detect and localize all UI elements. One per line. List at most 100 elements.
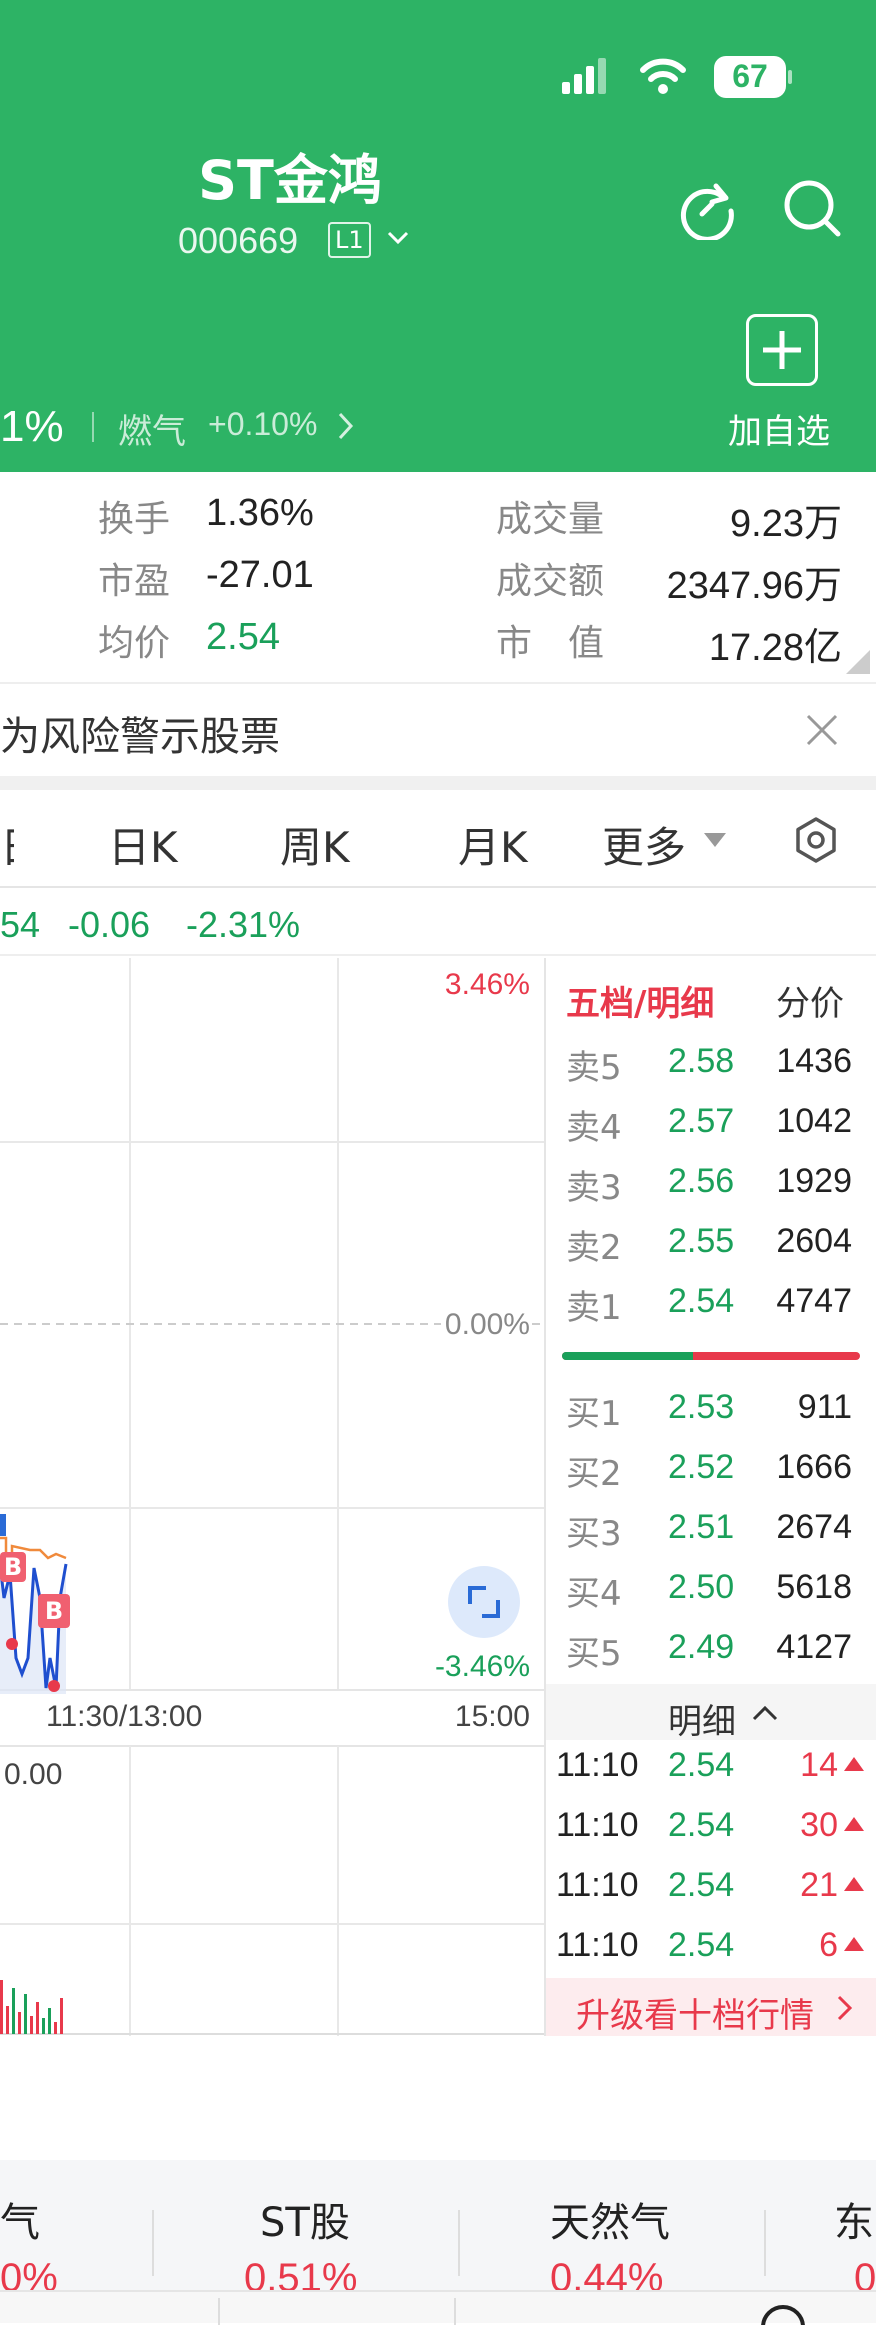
- buy-level-label: 买2: [566, 1454, 622, 1494]
- search-icon[interactable]: [780, 176, 844, 240]
- tab-week-k[interactable]: 周K: [280, 814, 350, 875]
- avg-price-label: 均价: [98, 623, 171, 664]
- buy-level-volume: 4127: [776, 1628, 852, 1666]
- time-close: 15:00: [454, 1700, 530, 1733]
- intraday-chart[interactable]: 3.46% 0.00% -3.46% 11:30/13:00 15:00 0.0…: [0, 958, 546, 2036]
- stock-code-row[interactable]: 000669 L1: [178, 218, 418, 264]
- sell-level-price: 2.54: [668, 1282, 735, 1320]
- chart-mid-pct: 0.00%: [440, 1308, 530, 1342]
- buy-level-label: 买4: [566, 1574, 622, 1614]
- tab-level5-detail[interactable]: 五档/明细: [566, 976, 714, 1025]
- sell-level-price: 2.57: [668, 1102, 735, 1140]
- buy-level-volume: 5618: [776, 1568, 852, 1606]
- sector-card[interactable]: ST股 0.51%: [156, 2160, 456, 2300]
- refresh-icon[interactable]: [676, 178, 738, 242]
- add-watch-button[interactable]: 加自选: [720, 314, 850, 454]
- detail-volume: 30: [800, 1806, 838, 1844]
- turnover-label: 换手: [98, 499, 171, 540]
- expand-corner-icon[interactable]: [846, 650, 870, 674]
- chevron-right-icon: [336, 412, 356, 440]
- buy-level-label: 买5: [566, 1634, 622, 1674]
- amount-label: 成交额: [496, 561, 605, 602]
- tab-price-distribution[interactable]: 分价: [776, 976, 844, 1025]
- sell-level-volume: 1929: [776, 1162, 852, 1200]
- sell-level-volume: 4747: [776, 1282, 852, 1320]
- buy-level-label: 买1: [566, 1394, 622, 1434]
- volume-label: 成交量: [496, 499, 605, 540]
- battery-level: 67: [732, 58, 768, 94]
- upgrade-level10-banner[interactable]: 升级看十档行情: [546, 1978, 876, 2036]
- buy-level-label: 买3: [566, 1514, 622, 1554]
- signal-icon: [562, 58, 608, 96]
- up-arrow-icon: [844, 1876, 864, 1891]
- price-row: 54 -0.06 -2.31%: [0, 890, 876, 956]
- detail-price: 2.54: [668, 1866, 735, 1904]
- search-icon[interactable]: [758, 2302, 808, 2325]
- detail-time: 11:10: [556, 1926, 639, 1964]
- chevron-up-icon: [752, 1704, 778, 1722]
- sell-level-price: 2.56: [668, 1162, 735, 1200]
- detail-time: 11:10: [556, 1746, 639, 1784]
- tab-month-k[interactable]: 月K: [458, 814, 528, 875]
- sector-card[interactable]: 天然气 0.44%: [462, 2160, 762, 2300]
- sector-card[interactable]: 东 0: [768, 2160, 876, 2290]
- buy-level-price: 2.52: [668, 1448, 735, 1486]
- change-percent: 1%: [0, 402, 64, 451]
- buy-marker: B: [38, 1594, 70, 1628]
- chart-grid: [0, 958, 546, 2036]
- up-arrow-icon: [844, 1936, 864, 1951]
- upgrade-label: 升级看十档行情: [576, 1996, 814, 2036]
- level-badge: L1: [328, 222, 371, 258]
- wifi-icon: [640, 56, 686, 96]
- stats-panel: 换手 1.36% 市盈 -27.01 均价 2.54 成交量 9.23万 成交额…: [0, 472, 876, 682]
- settings-hexagon-icon[interactable]: [792, 816, 840, 864]
- stock-code: 000669: [178, 220, 299, 261]
- detail-price: 2.54: [668, 1746, 735, 1784]
- tab-day-k[interactable]: 日K: [108, 814, 178, 875]
- sector-change: +0.10%: [208, 406, 318, 442]
- chart-bottom-pct: -3.46%: [434, 1650, 530, 1683]
- volume-value: 9.23万: [730, 503, 842, 545]
- buy-level-volume: 1666: [776, 1448, 852, 1486]
- dropdown-triangle-icon: [704, 832, 726, 847]
- time-midday: 11:30/13:00: [46, 1700, 203, 1733]
- divider: [458, 2210, 460, 2276]
- sell-level-volume: 2604: [776, 1222, 852, 1260]
- detail-header[interactable]: 明细: [546, 1684, 876, 1742]
- sell-level-label: 卖3: [566, 1168, 622, 1208]
- up-arrow-icon: [844, 1816, 864, 1831]
- bottom-toolbar: [0, 2290, 876, 2325]
- sell-level-label: 卖4: [566, 1108, 622, 1148]
- detail-price: 2.54: [668, 1806, 735, 1844]
- divider: [218, 2298, 220, 2325]
- close-icon[interactable]: [802, 710, 842, 750]
- sector-card-name: 气: [0, 2200, 40, 2246]
- chevron-down-icon: [386, 228, 410, 248]
- chevron-right-icon: [836, 1994, 854, 2022]
- turnover-value: 1.36%: [206, 492, 314, 534]
- order-book: 五档/明细 分价 卖5 2.58 1436 卖4 2.57 1042 卖3 2.…: [546, 958, 876, 2036]
- current-price: 54: [0, 904, 41, 945]
- up-arrow-icon: [844, 1756, 864, 1771]
- fullscreen-icon[interactable]: [448, 1566, 520, 1638]
- add-watch-label: 加自选: [728, 412, 830, 452]
- divider: [764, 2210, 766, 2276]
- buy-marker-label: B: [3, 1553, 23, 1581]
- sector-card[interactable]: 气 0%: [0, 2160, 150, 2300]
- sell-level-price: 2.58: [668, 1042, 735, 1080]
- market-cap-label: 市 值: [496, 623, 605, 664]
- buy-level-volume: 911: [797, 1388, 852, 1426]
- sell-level-label: 卖2: [566, 1228, 622, 1268]
- buy-level-price: 2.53: [668, 1388, 735, 1426]
- tab-day[interactable]: 日: [0, 814, 14, 875]
- sector-card-name: 天然气: [550, 2200, 670, 2246]
- tab-more[interactable]: 更多: [602, 814, 686, 875]
- chart-top-pct: 3.46%: [444, 968, 530, 1001]
- sector-card-name: ST股: [260, 2200, 350, 2246]
- divider: [454, 2298, 456, 2325]
- sector-link[interactable]: 燃气 +0.10%: [118, 404, 378, 452]
- related-sectors: 气 0% ST股 0.51% 天然气 0.44% 东 0: [0, 2160, 876, 2300]
- pe-value: -27.01: [206, 554, 314, 596]
- market-cap-value: 17.28亿: [708, 627, 842, 669]
- detail-volume: 14: [800, 1746, 838, 1784]
